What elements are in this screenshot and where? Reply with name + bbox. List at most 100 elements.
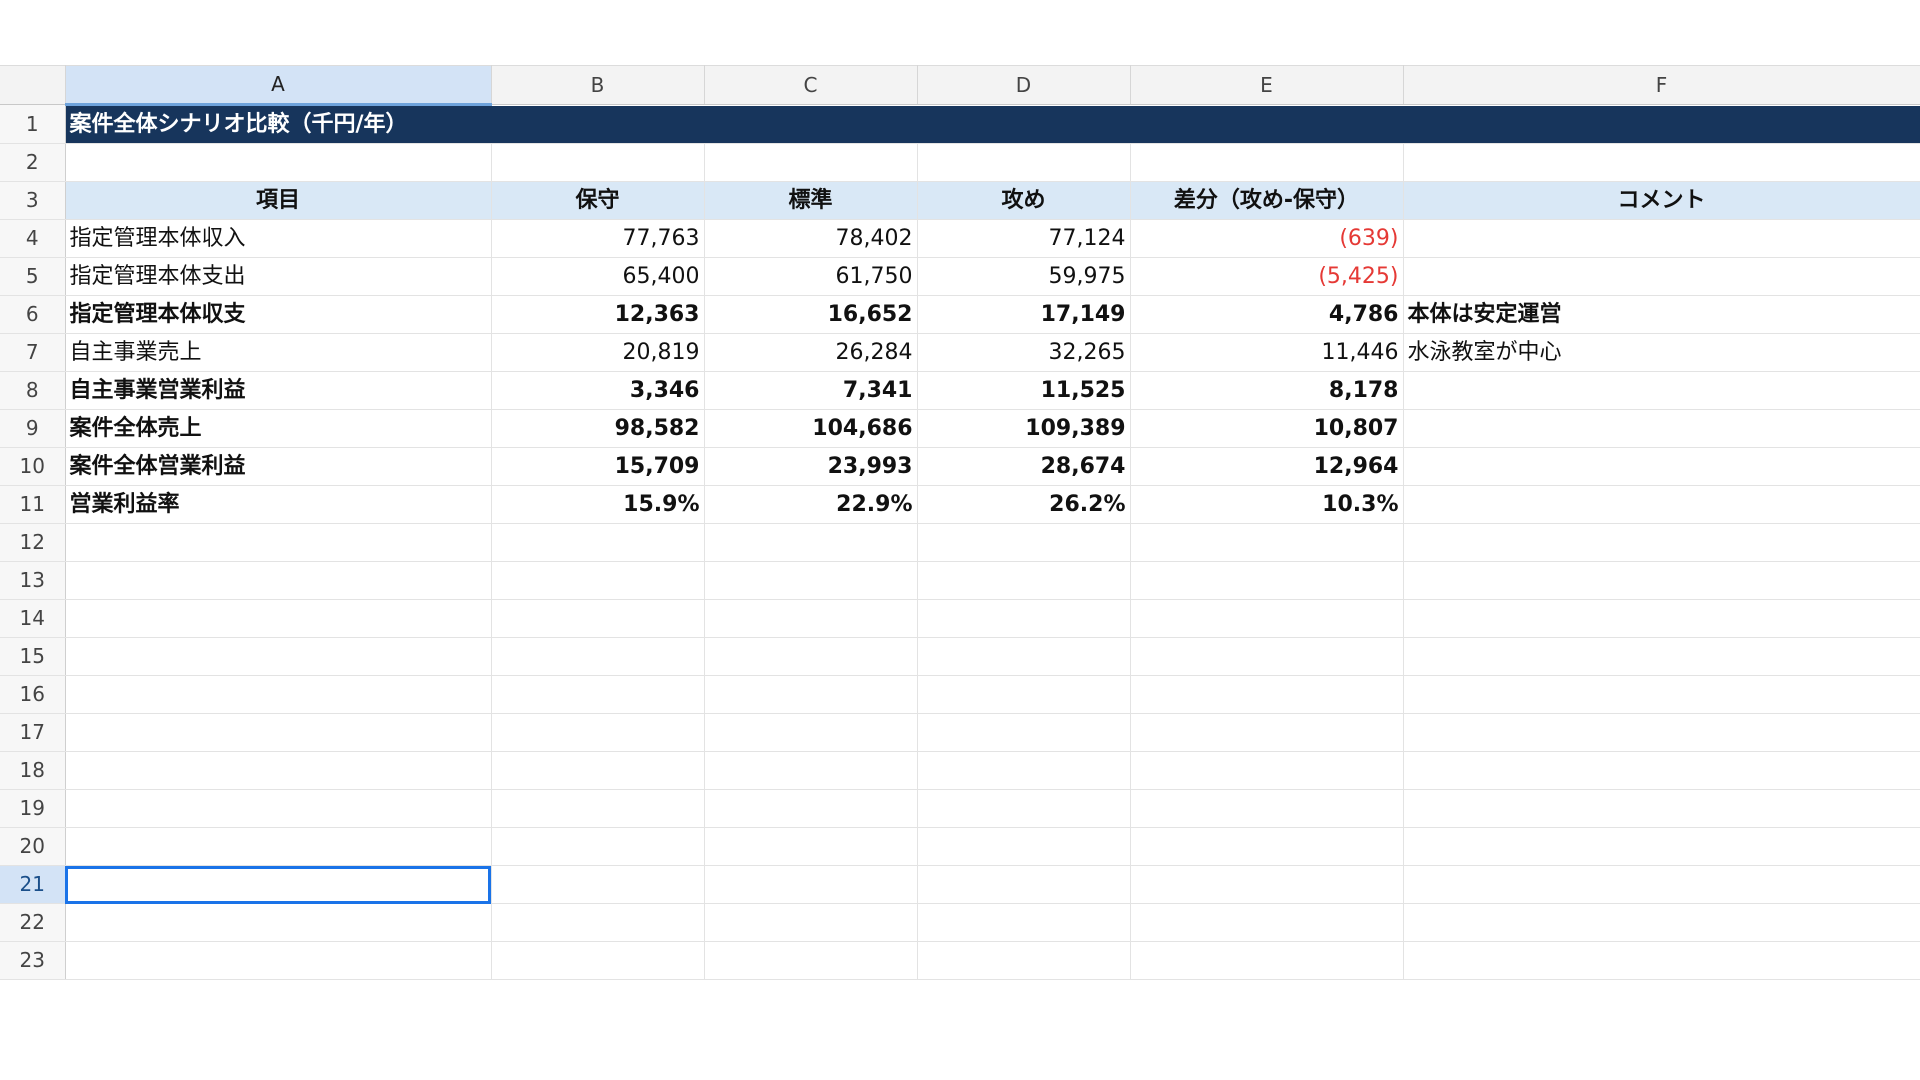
cell[interactable] [65, 789, 492, 828]
row-header[interactable]: 10 [0, 447, 66, 486]
cell[interactable] [917, 903, 1131, 942]
cell-standard[interactable]: 16,652 [704, 295, 918, 334]
cell[interactable] [1403, 865, 1920, 904]
cell-difference[interactable]: (639) [1130, 219, 1404, 258]
row-header[interactable]: 17 [0, 713, 66, 752]
column-header-a[interactable]: A [65, 65, 492, 106]
row-header[interactable]: 11 [0, 485, 66, 524]
header-cell-comment[interactable]: コメント [1403, 181, 1920, 220]
sheet-title-cell[interactable]: 案件全体シナリオ比較（千円/年） [65, 104, 1920, 144]
cell[interactable] [1130, 941, 1404, 980]
cell[interactable] [491, 713, 705, 752]
cell[interactable] [917, 637, 1131, 676]
cell-comment[interactable] [1403, 485, 1920, 524]
cell[interactable] [704, 713, 918, 752]
cell[interactable] [917, 827, 1131, 866]
cell-item[interactable]: 指定管理本体支出 [65, 257, 492, 296]
cell[interactable] [1403, 789, 1920, 828]
row-header[interactable]: 18 [0, 751, 66, 790]
cell[interactable] [1130, 561, 1404, 600]
column-header-f[interactable]: F [1403, 65, 1920, 105]
row-header[interactable]: 23 [0, 941, 66, 980]
cell-aggressive[interactable]: 59,975 [917, 257, 1131, 296]
cell[interactable] [704, 751, 918, 790]
cell-item[interactable]: 指定管理本体収支 [65, 295, 492, 334]
cell-conservative[interactable]: 20,819 [491, 333, 705, 372]
cell-aggressive[interactable]: 77,124 [917, 219, 1131, 258]
header-cell-conservative[interactable]: 保守 [491, 181, 705, 220]
cell-difference[interactable]: 10,807 [1130, 409, 1404, 448]
cell[interactable] [704, 637, 918, 676]
row-header[interactable]: 3 [0, 181, 66, 220]
cell[interactable] [704, 789, 918, 828]
cell[interactable] [1130, 523, 1404, 562]
cell[interactable] [704, 865, 918, 904]
cell[interactable] [1130, 599, 1404, 638]
cell[interactable] [1130, 865, 1404, 904]
cell[interactable] [704, 599, 918, 638]
cell[interactable] [1130, 637, 1404, 676]
row-header[interactable]: 6 [0, 295, 66, 334]
cell[interactable] [491, 903, 705, 942]
row-header[interactable]: 2 [0, 143, 66, 182]
cell[interactable] [704, 561, 918, 600]
cell-standard[interactable]: 61,750 [704, 257, 918, 296]
column-header-d[interactable]: D [917, 65, 1131, 105]
cell[interactable] [1403, 599, 1920, 638]
column-header-e[interactable]: E [1130, 65, 1404, 105]
cell-comment[interactable] [1403, 409, 1920, 448]
cell[interactable] [917, 143, 1131, 182]
cell-difference[interactable]: 10.3% [1130, 485, 1404, 524]
cell-conservative[interactable]: 77,763 [491, 219, 705, 258]
cell-aggressive[interactable]: 109,389 [917, 409, 1131, 448]
cell[interactable] [1130, 143, 1404, 182]
cell[interactable] [917, 599, 1131, 638]
cell-conservative[interactable]: 98,582 [491, 409, 705, 448]
cell[interactable] [491, 523, 705, 562]
cell-comment[interactable] [1403, 219, 1920, 258]
cell[interactable] [1403, 713, 1920, 752]
row-header[interactable]: 13 [0, 561, 66, 600]
cell-comment[interactable] [1403, 257, 1920, 296]
cell-difference[interactable]: 8,178 [1130, 371, 1404, 410]
cell[interactable] [917, 865, 1131, 904]
cell[interactable] [491, 675, 705, 714]
cell-comment[interactable]: 本体は安定運営 [1403, 295, 1920, 334]
cell[interactable] [1403, 941, 1920, 980]
cell-item[interactable]: 指定管理本体収入 [65, 219, 492, 258]
cell[interactable] [917, 523, 1131, 562]
cell-comment[interactable] [1403, 447, 1920, 486]
select-all-corner[interactable] [0, 65, 66, 105]
cell-difference[interactable]: 12,964 [1130, 447, 1404, 486]
row-header[interactable]: 16 [0, 675, 66, 714]
header-cell-aggressive[interactable]: 攻め [917, 181, 1131, 220]
cell[interactable] [704, 143, 918, 182]
row-header[interactable]: 8 [0, 371, 66, 410]
column-header-c[interactable]: C [704, 65, 918, 105]
cell[interactable] [65, 941, 492, 980]
cell[interactable] [1130, 827, 1404, 866]
cell[interactable] [1403, 561, 1920, 600]
cell[interactable] [917, 789, 1131, 828]
cell[interactable] [65, 827, 492, 866]
row-header[interactable]: 9 [0, 409, 66, 448]
row-header[interactable]: 19 [0, 789, 66, 828]
column-header-b[interactable]: B [491, 65, 705, 105]
cell[interactable] [65, 675, 492, 714]
cell[interactable] [1403, 523, 1920, 562]
row-header[interactable]: 4 [0, 219, 66, 258]
cell-item[interactable]: 案件全体営業利益 [65, 447, 492, 486]
cell[interactable] [1403, 637, 1920, 676]
cell-standard[interactable]: 22.9% [704, 485, 918, 524]
spreadsheet-grid[interactable]: A B C D E F 1 案件全体シナリオ比較（千円/年） 2 3 項目 保守… [0, 65, 1920, 980]
cell-comment[interactable]: 水泳教室が中心 [1403, 333, 1920, 372]
cell[interactable] [1130, 675, 1404, 714]
cell[interactable] [1130, 789, 1404, 828]
cell-standard[interactable]: 26,284 [704, 333, 918, 372]
cell-item[interactable]: 自主事業営業利益 [65, 371, 492, 410]
row-header[interactable]: 12 [0, 523, 66, 562]
cell[interactable] [491, 865, 705, 904]
cell[interactable] [1403, 143, 1920, 182]
cell[interactable] [1130, 713, 1404, 752]
cell[interactable] [1130, 751, 1404, 790]
